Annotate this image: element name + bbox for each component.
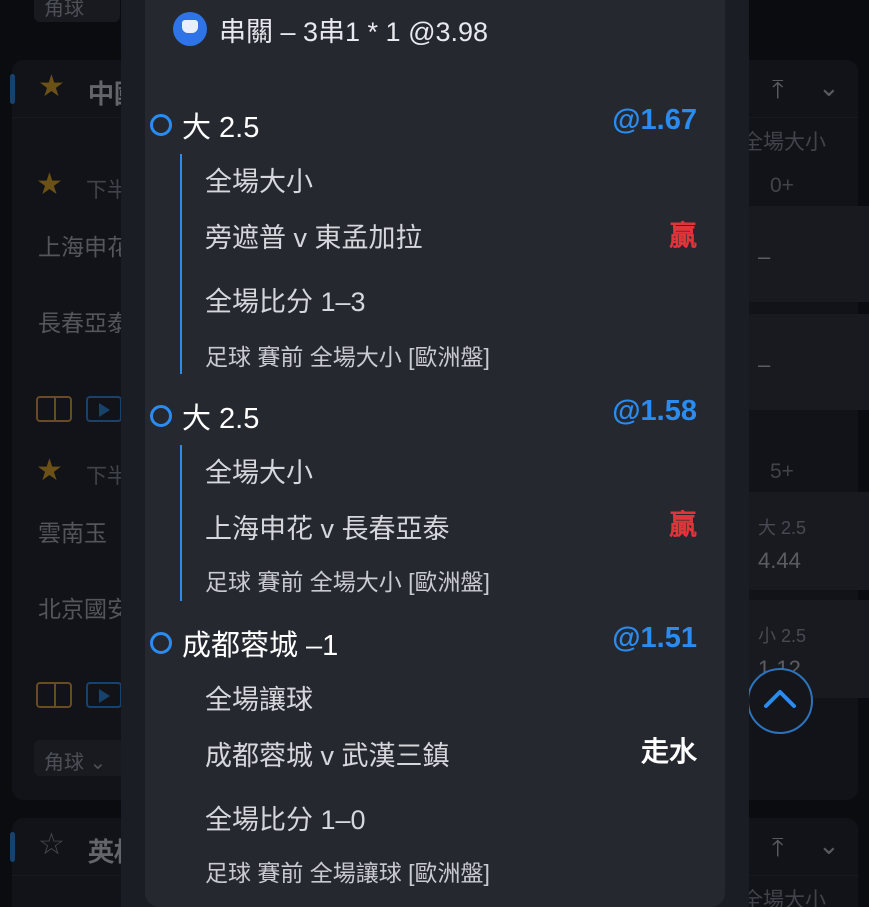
selection-odds: @1.67: [612, 104, 697, 136]
selection-pick: 大 2.5: [182, 403, 260, 435]
selection-dot-icon: [150, 114, 172, 136]
selection-match: 上海申花 v 長春亞泰: [205, 514, 450, 544]
selection-market: 全場大小: [205, 167, 313, 197]
selection-result: 贏: [668, 220, 697, 251]
selection-dot-icon: [150, 632, 172, 654]
selection-item: 大 2.5 @1.67 全場大小 旁遮普 v 東孟加拉 贏 全場比分 1–3 足…: [145, 104, 725, 374]
corner-select[interactable]: 角球 ⌄: [34, 740, 130, 776]
selection-score: 全場比分 1–0: [205, 805, 366, 835]
selection-match: 成都蓉城 v 武漢三鎮: [205, 741, 450, 771]
selection-item: 成都蓉城 –1 @1.51 全場讓球 成都蓉城 v 武漢三鎮 走水 全場比分 1…: [145, 622, 725, 892]
chevron-up-icon: [764, 690, 796, 708]
odds-cell[interactable]: 大 2.5 4.44: [746, 492, 869, 590]
top-market-select[interactable]: 角球: [34, 0, 120, 22]
pin-top-icon[interactable]: ⤒: [772, 74, 784, 106]
bet-title-row: 串關 – 3串1 * 1 @3.98: [173, 8, 488, 50]
bet-detail-modal: 串關 – 3串1 * 1 @3.98 大 2.5 @1.67 全場大小 旁遮普 …: [121, 0, 749, 907]
market-count[interactable]: 0+: [770, 174, 794, 198]
market-count[interactable]: 5+: [770, 460, 794, 484]
selection-match: 旁遮普 v 東孟加拉: [205, 223, 423, 253]
selection-result: 贏: [668, 509, 697, 540]
selection-score: 全場比分 1–3: [205, 287, 366, 317]
pin-top-icon[interactable]: ⤒: [772, 832, 784, 864]
selection-header: 大 2.5 @1.67: [145, 104, 725, 144]
video-icon[interactable]: [86, 396, 122, 422]
selection-connector: [180, 154, 182, 374]
selection-connector: [180, 445, 182, 601]
selection-header: 成都蓉城 –1 @1.51: [145, 622, 725, 662]
selection-meta: 足球 賽前 全場讓球 [歐洲盤]: [205, 860, 490, 886]
video-icon[interactable]: [86, 682, 122, 708]
column-header: 全場大小: [742, 131, 826, 154]
selection-meta: 足球 賽前 全場大小 [歐洲盤]: [205, 344, 490, 370]
league-active-bar: [10, 74, 15, 104]
selection-item: 大 2.5 @1.58 全場大小 上海申花 v 長春亞泰 贏 足球 賽前 全場大…: [145, 395, 725, 601]
selection-market: 全場大小: [205, 458, 313, 488]
away-team: 長春亞泰: [38, 310, 130, 336]
selection-pick: 成都蓉城 –1: [182, 630, 339, 662]
pitch-icon[interactable]: [36, 396, 72, 422]
star-filled-icon[interactable]: ★: [36, 456, 63, 486]
selection-dot-icon: [150, 405, 172, 427]
bet-detail-card: 串關 – 3串1 * 1 @3.98 大 2.5 @1.67 全場大小 旁遮普 …: [145, 0, 725, 907]
pitch-icon[interactable]: [36, 682, 72, 708]
selection-market: 全場讓球: [205, 685, 313, 715]
scroll-top-button[interactable]: [747, 668, 813, 734]
selection-header: 大 2.5 @1.58: [145, 395, 725, 435]
odds-cell[interactable]: –: [746, 314, 869, 410]
selection-pick: 大 2.5: [182, 112, 260, 144]
home-team: 上海申花: [38, 234, 130, 260]
star-filled-icon[interactable]: ★: [36, 170, 63, 200]
selection-odds: @1.51: [612, 622, 697, 654]
home-team: 雲南玉: [38, 520, 107, 546]
star-filled-icon[interactable]: ★: [38, 72, 65, 102]
star-outline-icon[interactable]: ☆: [38, 830, 65, 860]
selection-odds: @1.58: [612, 395, 697, 427]
chevron-down-icon[interactable]: ⌄: [818, 830, 840, 861]
parlay-icon: [173, 12, 207, 46]
selection-result: 走水: [640, 736, 697, 767]
chevron-down-icon[interactable]: ⌄: [818, 72, 840, 103]
odds-cell[interactable]: –: [746, 206, 869, 302]
column-header: 全場大小: [742, 889, 826, 907]
bet-title: 串關 – 3串1 * 1 @3.98: [219, 16, 489, 47]
league-active-bar: [10, 832, 15, 862]
away-team: 北京國安: [38, 596, 130, 622]
selection-meta: 足球 賽前 全場大小 [歐洲盤]: [205, 569, 490, 595]
